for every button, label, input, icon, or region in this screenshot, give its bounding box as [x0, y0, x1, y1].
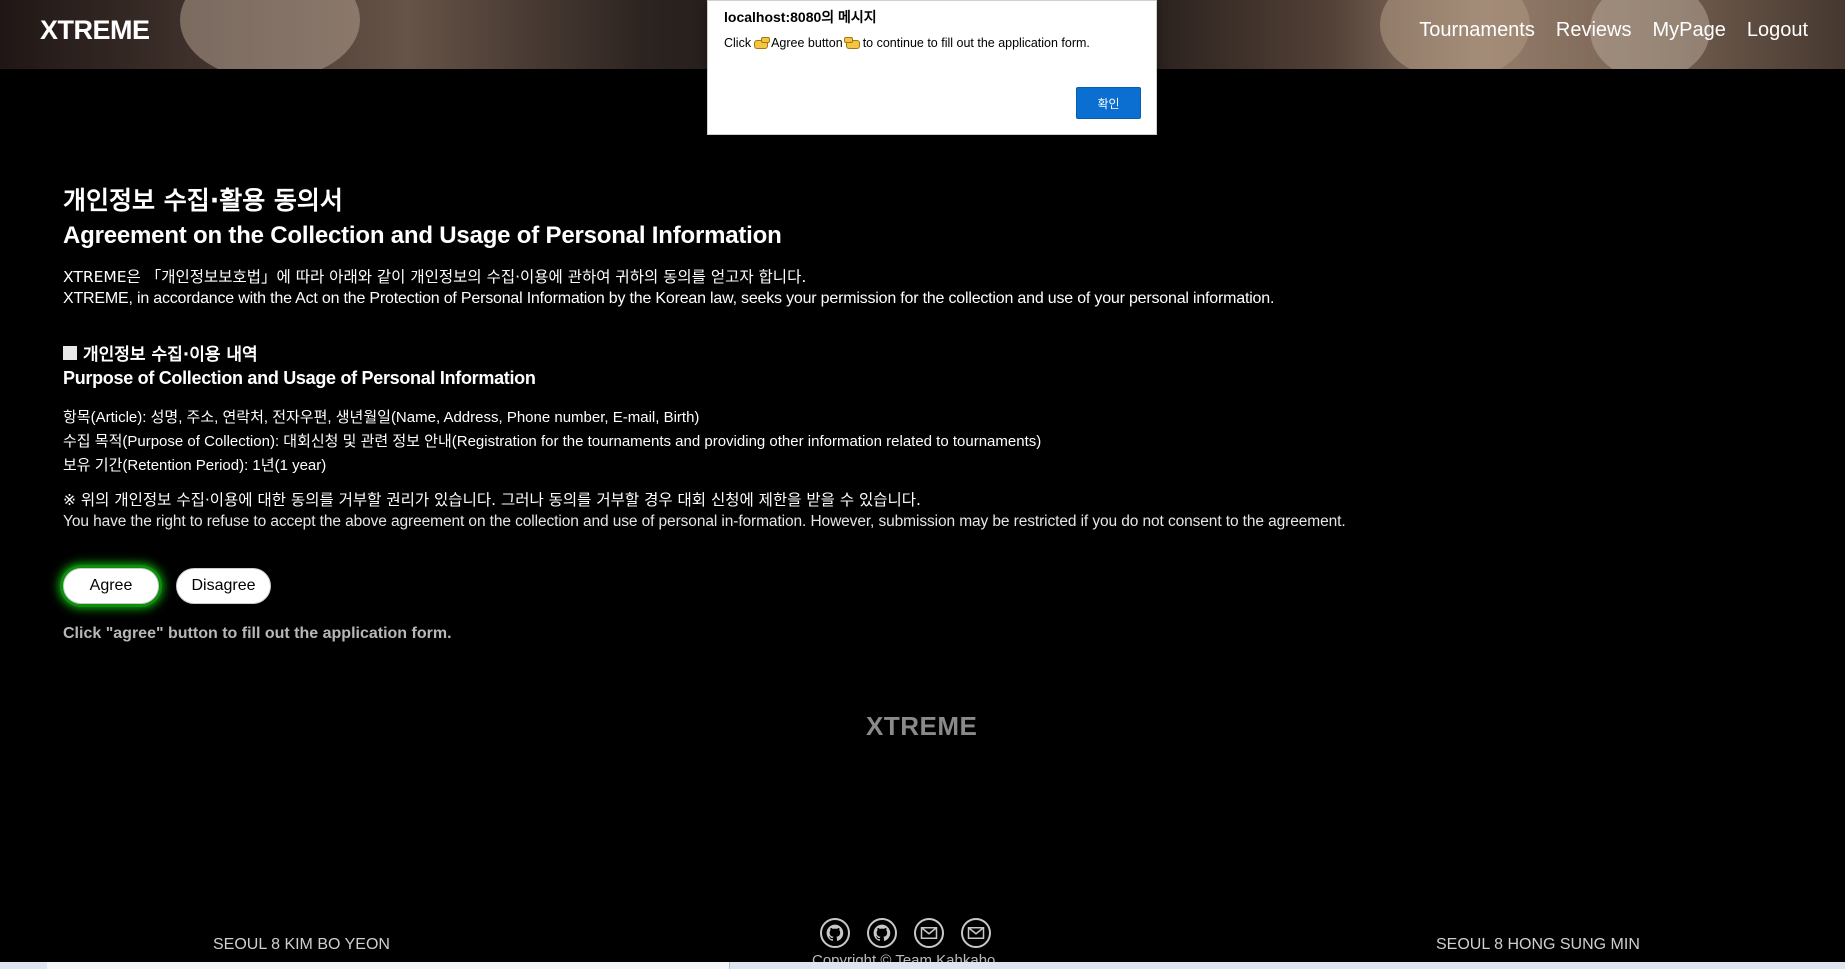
footer-logo: XTREME	[866, 711, 978, 741]
dialog-title: localhost:8080의 메시지	[724, 9, 877, 25]
footer-social-links	[820, 918, 991, 948]
mail-icon[interactable]	[914, 918, 944, 948]
page-title-en: Agreement on the Collection and Usage of…	[63, 222, 782, 249]
intro-text-ko: XTREME은 「개인정보보호법」에 따라 아래와 같이 개인정보의 수집·이용…	[63, 268, 807, 286]
github-icon[interactable]	[867, 918, 897, 948]
nav-reviews[interactable]: Reviews	[1556, 19, 1632, 42]
alert-dialog: localhost:8080의 메시지 Click Agree button t…	[707, 0, 1157, 135]
agree-button[interactable]: Agree	[63, 568, 159, 604]
detail-retention: 보유 기간(Retention Period): 1년(1 year)	[63, 457, 327, 474]
bottom-bar-segment	[335, 962, 730, 969]
detail-article: 항목(Article): 성명, 주소, 연락처, 전자우편, 생년월일(Nam…	[63, 409, 700, 426]
dialog-ok-button[interactable]: 확인	[1076, 87, 1141, 119]
dialog-message: Click Agree button to continue to fill o…	[724, 36, 1090, 50]
refusal-note-en: You have the right to refuse to accept t…	[63, 513, 1346, 530]
github-icon[interactable]	[820, 918, 850, 948]
refusal-note-ko: ※ 위의 개인정보 수집·이용에 대한 동의를 거부할 권리가 있습니다. 그러…	[63, 491, 921, 509]
nav-mypage[interactable]: MyPage	[1652, 19, 1725, 42]
pointing-hand-icon	[753, 37, 771, 49]
mail-icon[interactable]	[961, 918, 991, 948]
footer-credit-left: SEOUL 8 KIM BO YEON	[213, 936, 390, 953]
bottom-bar-segment	[47, 962, 336, 969]
dialog-message-pre: Click	[724, 36, 752, 50]
detail-purpose: 수집 목적(Purpose of Collection): 대회신청 및 관련 …	[63, 433, 1042, 450]
nav-tournaments[interactable]: Tournaments	[1419, 19, 1535, 42]
main-nav: Tournaments Reviews MyPage Logout	[1419, 19, 1808, 42]
site-logo[interactable]: XTREME	[40, 15, 150, 46]
agree-hint-text: Click "agree" button to fill out the app…	[63, 625, 452, 642]
pointing-hand-icon	[845, 37, 861, 49]
section-title-ko: 개인정보 수집·이용 내역	[63, 340, 258, 365]
page-title-ko: 개인정보 수집·활용 동의서	[63, 186, 343, 215]
browser-bottom-bar	[0, 962, 1845, 969]
dialog-message-post: to continue to fill out the application …	[862, 36, 1090, 50]
section-title-en: Purpose of Collection and Usage of Perso…	[63, 368, 536, 388]
square-bullet-icon	[63, 345, 77, 360]
dialog-message-mid: Agree button	[771, 36, 843, 50]
disagree-button[interactable]: Disagree	[176, 568, 271, 604]
intro-text-en: XTREME, in accordance with the Act on th…	[63, 290, 1275, 307]
footer-credit-right: SEOUL 8 HONG SUNG MIN	[1436, 936, 1640, 953]
section-title-ko-text: 개인정보 수집·이용 내역	[83, 345, 258, 365]
nav-logout[interactable]: Logout	[1747, 19, 1808, 42]
